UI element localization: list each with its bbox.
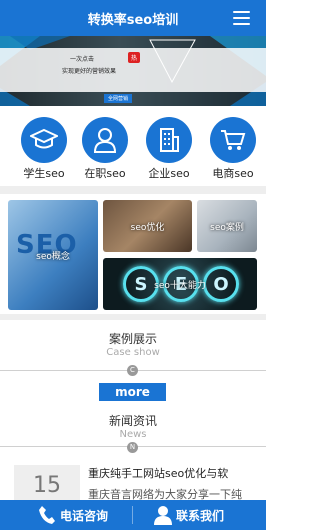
contact-button[interactable]: 联系我们 — [154, 500, 224, 530]
category-label: 企业seo — [148, 167, 190, 180]
building-icon — [146, 117, 192, 163]
banner-carousel[interactable]: 一次点击 热 实现更好的营销效果 全网营销 — [0, 36, 266, 106]
category-ecommerce[interactable]: 电商seo — [203, 117, 263, 181]
topic-tiles: SEO seo概念 seo优化 seo案例 S E O seo十大能力 — [0, 196, 266, 312]
user-icon — [82, 117, 128, 163]
news-heading: 新闻资讯 News — [0, 412, 266, 440]
hamburger-menu-icon[interactable] — [233, 11, 250, 25]
news-subtitle: News — [119, 429, 147, 440]
category-student[interactable]: 学生seo — [14, 117, 74, 181]
user-icon — [154, 506, 172, 525]
tile-label: seo概念 — [36, 251, 70, 262]
news-title-heading: 新闻资讯 — [108, 414, 157, 428]
cases-subtitle: Case show — [106, 347, 160, 358]
banner-bottom-label: 全网营销 — [104, 94, 133, 103]
category-nav: 学生seo 在职seo 企业seo 电商seo — [0, 112, 266, 184]
news-date-day: 15 — [14, 465, 80, 503]
tile-seo-optimization[interactable]: seo优化 — [103, 200, 192, 252]
site-title: 转换率seo培训 — [87, 13, 179, 28]
category-enterprise[interactable]: 企业seo — [139, 117, 199, 181]
section-marker-icon: C — [127, 365, 138, 376]
tile-art-ring: O — [203, 266, 239, 302]
more-button[interactable]: more — [99, 383, 166, 401]
banner-hot-badge: 热 — [128, 52, 141, 63]
contact-label: 联系我们 — [176, 508, 225, 523]
tile-label: seo优化 — [130, 222, 165, 233]
section-divider — [0, 314, 266, 320]
footer-separator — [132, 506, 133, 524]
news-list-item[interactable]: 15 重庆纯手工网站seo优化与软 重庆音言网络为大家分享一下纯 — [0, 455, 266, 503]
tile-seo-cases[interactable]: seo案例 — [197, 200, 257, 252]
banner-line1: 一次点击 — [70, 56, 95, 63]
category-employed[interactable]: 在职seo — [75, 117, 135, 181]
cases-heading: 案例展示 Case show — [0, 330, 266, 358]
footer-bar: 电话咨询 联系我们 — [0, 500, 266, 530]
section-divider — [0, 186, 266, 194]
category-label: 在职seo — [84, 167, 126, 180]
banner-line2: 实现更好的营销效果 — [62, 68, 117, 75]
graduation-cap-icon — [21, 117, 67, 163]
tile-label: seo十大能力 — [154, 280, 206, 291]
call-label: 电话咨询 — [60, 508, 109, 523]
category-label: 学生seo — [23, 167, 65, 180]
section-marker-icon: N — [127, 442, 138, 453]
tile-seo-abilities[interactable]: S E O seo十大能力 — [103, 258, 257, 310]
phone-icon — [39, 506, 55, 524]
news-item-title[interactable]: 重庆纯手工网站seo优化与软 — [88, 465, 262, 481]
header-bar: 转换率seo培训 — [0, 0, 266, 36]
cases-title: 案例展示 — [108, 332, 157, 346]
call-button[interactable]: 电话咨询 — [38, 500, 108, 530]
tile-seo-concept[interactable]: SEO seo概念 — [8, 200, 98, 310]
category-label: 电商seo — [212, 167, 254, 180]
tile-label: seo案例 — [210, 222, 244, 233]
cart-icon — [210, 117, 256, 163]
